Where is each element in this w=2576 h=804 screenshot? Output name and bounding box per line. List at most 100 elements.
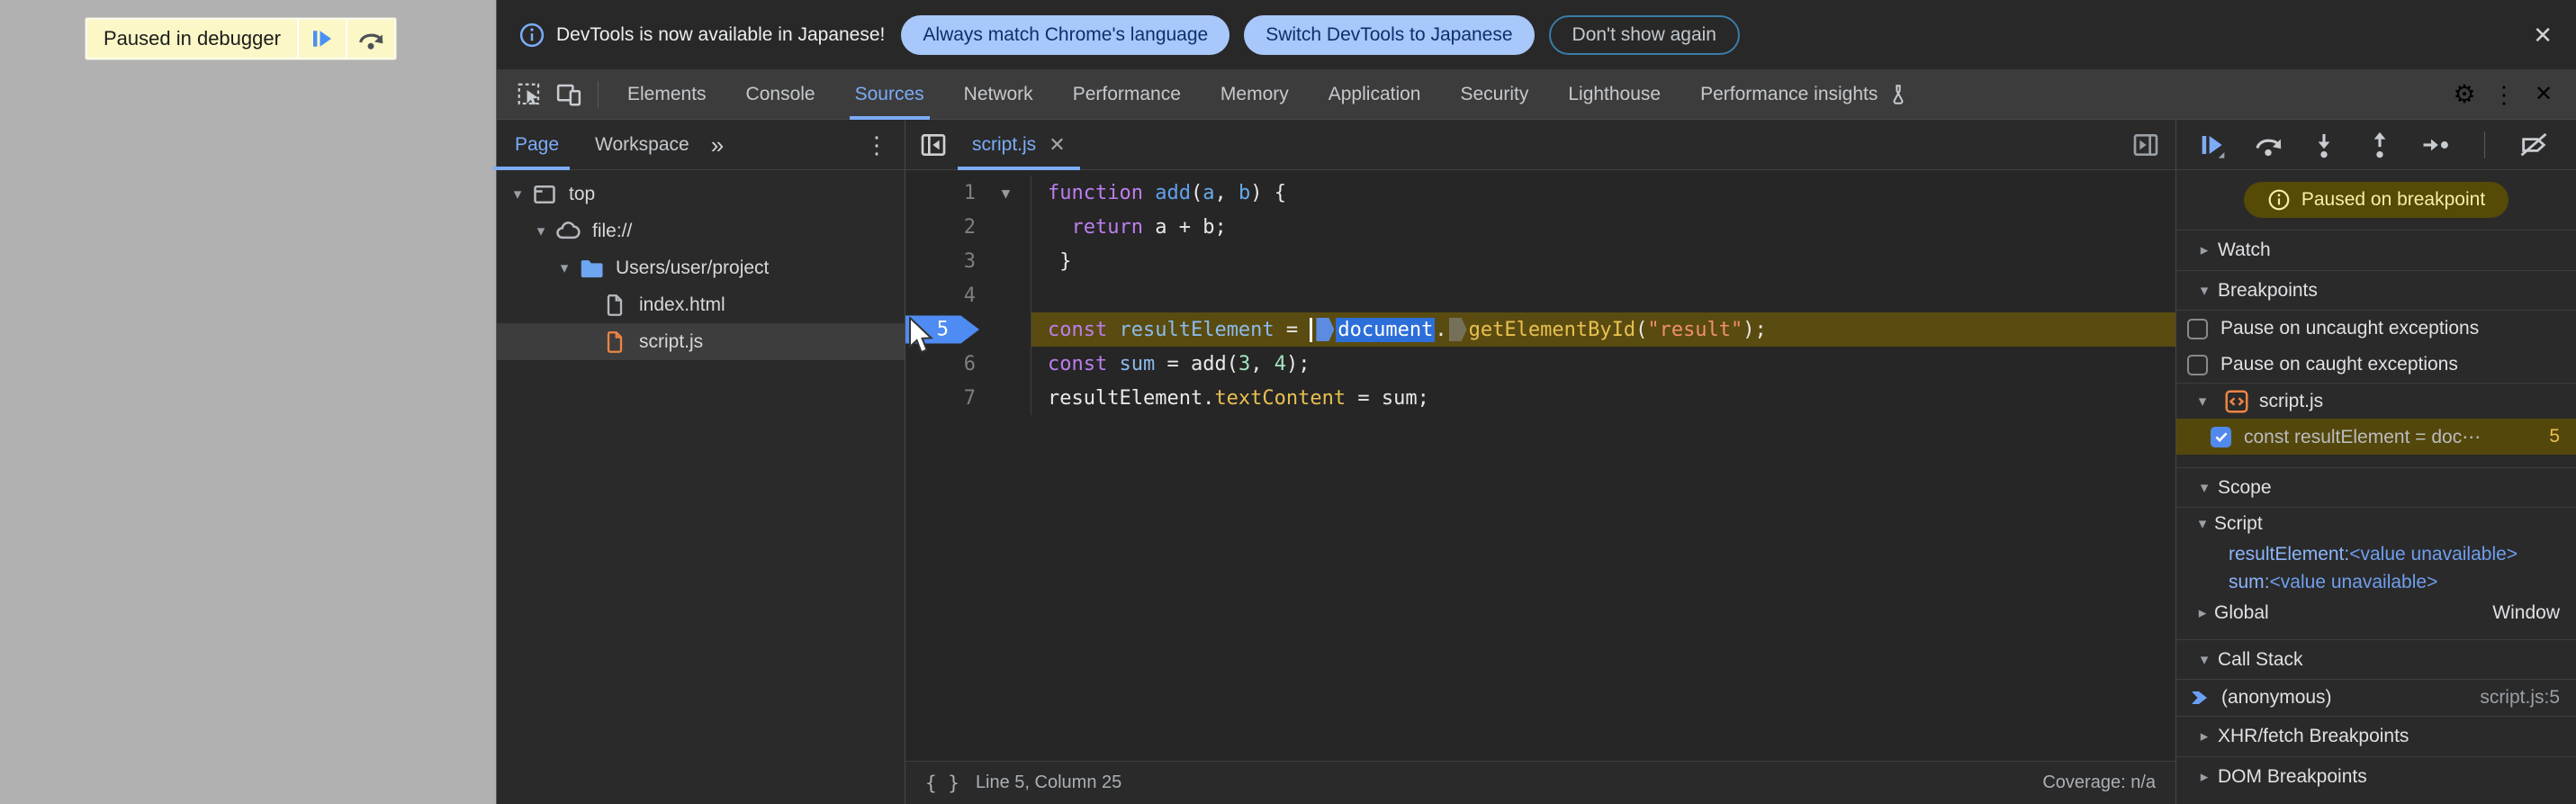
scope-script-group[interactable]: ▾ Script [2176,508,2576,540]
gutter-line-1[interactable]: 1 [905,182,981,204]
paused-banner-area: Paused on breakpoint [2176,170,2576,230]
code-line-7[interactable]: 7 resultElement. textContent = sum; [905,381,2175,415]
global-object-value: Window [2492,602,2560,623]
dont-show-again-button[interactable]: Don't show again [1548,14,1740,55]
editor-statusbar: { } Line 5, Column 25 Coverage: n/a [905,761,2175,804]
tab-workspace[interactable]: Workspace [577,120,707,170]
info-icon [2267,188,2291,212]
tab-console[interactable]: Console [726,69,835,120]
tab-close-icon[interactable]: ✕ [1049,133,1065,157]
cursor-position: Line 5, Column 25 [975,772,1122,792]
infobar-close-icon[interactable]: ✕ [2533,23,2553,47]
folder-icon [576,253,607,284]
active-frame-arrow-icon [2189,687,2211,709]
tab-performance[interactable]: Performance [1053,69,1201,120]
tab-network[interactable]: Network [944,69,1053,120]
pause-caught-exceptions-row[interactable]: Pause on caught exceptions [2176,347,2576,383]
breakpoint-group-script-js[interactable]: ▾ script.js [2176,383,2576,419]
pretty-print-icon[interactable]: { } [925,772,959,794]
deactivate-breakpoints-button[interactable] [2517,129,2550,161]
toggle-device-toolbar-button[interactable] [549,77,589,113]
step-into-button[interactable] [2308,129,2340,161]
tree-item-index-html[interactable]: index.html [497,286,905,323]
step-button[interactable] [2419,129,2452,161]
pause-uncaught-exceptions-row[interactable]: Pause on uncaught exceptions [2176,311,2576,347]
checkbox-unchecked[interactable] [2187,354,2208,375]
collapse-navigator-button[interactable] [913,124,954,166]
code-editor[interactable]: 1 ▼ function add(a, b) { 2 return a + b;… [905,170,2175,761]
code-line-5-execution[interactable]: 5 const resultElement = document. getElem… [905,312,2175,347]
code-line-1[interactable]: 1 ▼ function add(a, b) { [905,176,2175,210]
switch-to-japanese-button[interactable]: Switch DevTools to Japanese [1244,14,1535,55]
gutter-line-2[interactable]: 2 [905,216,981,239]
toggle-debugger-sidebar-button[interactable] [2125,124,2166,166]
fold-arrow-icon[interactable]: ▼ [981,176,1031,210]
checkbox-unchecked[interactable] [2187,318,2208,339]
devtools-tabbar: Elements Console Sources Network Perform… [497,69,2576,120]
gutter-line-3[interactable]: 3 [905,250,981,273]
devtools-close-icon[interactable]: ✕ [2524,77,2563,113]
tab-memory[interactable]: Memory [1201,69,1309,120]
navigator-kebab-menu-icon[interactable]: ⋮ [865,133,888,157]
resume-script-button[interactable] [299,20,346,58]
scope-variable[interactable]: resultElement: <value unavailable> [2176,540,2576,568]
inline-step-marker[interactable] [1448,318,1467,341]
navigator-tabbar: Page Workspace » ⋮ [492,120,905,170]
call-stack-frame[interactable]: (anonymous) script.js:5 [2176,680,2576,716]
coverage-status: Coverage: n/a [2042,772,2156,792]
step-over-button[interactable] [347,20,394,58]
file-tree: ▾ top ▾ file:// ▾ Users/user/project ind… [497,170,905,360]
devtools-window: DevTools is now available in Japanese! A… [492,0,2576,804]
step-into-icon [2309,130,2339,160]
tab-sources[interactable]: Sources [835,69,944,120]
navigator-pane: Page Workspace » ⋮ ▾ top ▾ file:// ▾ Use… [492,120,905,804]
checkbox-checked[interactable] [2211,426,2231,447]
scope-variable[interactable]: sum: <value unavailable> [2176,568,2576,596]
kebab-menu-icon[interactable]: ⋮ [2484,77,2524,113]
code-line-2[interactable]: 2 return a + b; [905,210,2175,244]
always-match-language-button[interactable]: Always match Chrome's language [901,14,1230,55]
code-line-3[interactable]: 3 } [905,244,2175,278]
inspect-element-button[interactable] [509,77,549,113]
gutter-line-7[interactable]: 7 [905,387,981,410]
tree-item-top[interactable]: ▾ top [497,176,905,212]
section-scope[interactable]: ▾ Scope [2176,468,2576,508]
file-icon-orange [599,327,630,357]
tab-page[interactable]: Page [492,120,577,170]
code-file-icon [2223,388,2250,415]
step-over-button[interactable] [2252,129,2284,161]
step-icon [2420,130,2451,160]
tree-item-project-folder[interactable]: ▾ Users/user/project [497,249,905,286]
editor-tab-script-js[interactable]: script.js ✕ [954,120,1084,170]
section-xhr-breakpoints[interactable]: ▸ XHR/fetch Breakpoints [2176,717,2576,756]
tab-lighthouse[interactable]: Lighthouse [1548,69,1680,120]
inspect-icon [516,81,543,108]
section-breakpoints[interactable]: ▾ Breakpoints [2176,271,2576,311]
text-caret [1310,317,1313,342]
section-dom-breakpoints[interactable]: ▸ DOM Breakpoints [2176,757,2576,797]
section-watch[interactable]: ▸ Watch [2176,230,2576,270]
resume-icon [2198,131,2227,159]
gutter-line-4[interactable]: 4 [905,285,981,307]
code-line-4[interactable]: 4 [905,278,2175,312]
inline-step-marker[interactable] [1316,318,1335,341]
divider [598,80,599,108]
infobar-message: DevTools is now available in Japanese! [556,23,886,45]
gear-icon[interactable]: ⚙ [2445,77,2484,113]
tab-elements[interactable]: Elements [608,69,726,120]
breakpoint-entry[interactable]: const resultElement = doc⋯ 5 [2176,419,2576,455]
tree-item-script-js[interactable]: script.js [497,323,905,360]
scope-global-group[interactable]: ▸ Global Window [2176,596,2576,630]
tab-security[interactable]: Security [1440,69,1548,120]
debugger-sidebar: Paused on breakpoint ▸ Watch ▾ Breakpoin… [2175,120,2576,804]
section-call-stack[interactable]: ▾ Call Stack [2176,640,2576,680]
paused-toast-label: Paused in debugger [104,27,281,50]
tab-application[interactable]: Application [1309,69,1441,120]
more-tabs-chevron-icon[interactable]: » [711,133,724,157]
resume-button[interactable] [2196,129,2229,161]
code-line-6[interactable]: 6 const sum = add(3, 4); [905,347,2175,381]
step-out-button[interactable] [2364,129,2396,161]
gutter-line-6[interactable]: 6 [905,353,981,375]
tree-item-file-protocol[interactable]: ▾ file:// [497,212,905,249]
tab-performance-insights[interactable]: Performance insights [1680,69,1930,120]
